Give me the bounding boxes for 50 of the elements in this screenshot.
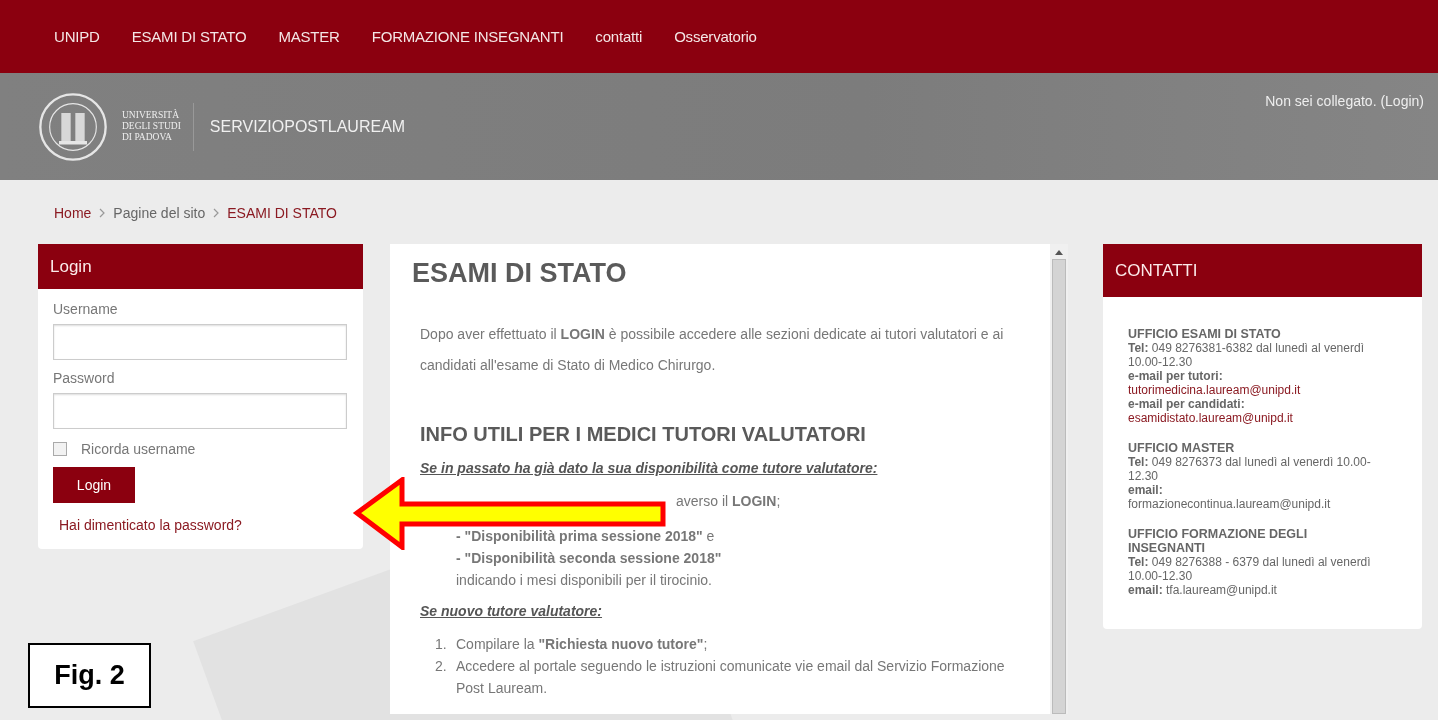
email-link[interactable]: tutorimedicina.lauream@unipd.it [1128,383,1382,397]
office-name: UFFICIO FORMAZIONE DEGLI INSEGNANTI [1128,527,1309,555]
nav-link[interactable]: UNIPD [54,28,100,45]
section-heading: INFO UTILI PER I MEDICI TUTORI VALUTATORI [420,423,867,446]
scroll-up-icon[interactable] [1055,250,1063,255]
nav-link[interactable]: ESAMI DI STATO [131,28,247,45]
office-name: UFFICIO ESAMI DI STATO [1128,327,1282,341]
panel-title: CONTATTI [1115,260,1198,281]
login-button[interactable]: Login [53,467,135,503]
list-text: indicando i mesi disponibili per il tirocinio. [456,571,713,590]
list-number: 1. [435,635,448,654]
email-link[interactable]: esamidistato.lauream@unipd.it [1128,411,1382,425]
contact-label: email: [1128,483,1164,497]
breadcrumb-link[interactable]: Home [54,205,92,221]
nav-link[interactable]: contatti [595,28,643,45]
subheading: Se nuovo tutore valutatore: [420,603,604,619]
list-text: Accedere al portale seguendo le istruzioni comunicate vie email dal Servizio Formazione Post Lauream. [456,657,1006,698]
field-label: Password [53,370,116,386]
nav-link[interactable]: Osservatorio [674,28,757,45]
checkbox[interactable] [53,442,67,456]
intro-paragraph: Dopo aver effettuato il LOGIN è possibile accedere alle sezioni dedicate ai tutori valutatori e ai candidati all'esame di Stato di Medico Chirurgo. [420,325,1005,375]
list-text: - "Disponibilità seconda sessione 2018" [456,549,723,568]
panel-title: Login [50,256,92,277]
breadcrumb-link[interactable]: Pagine del sito [113,205,206,221]
contact-text: formazionecontinua.lauream@unipd.it [1128,497,1332,511]
contact-label: e-mail per tutori: [1128,369,1224,383]
chevron-icon [99,208,106,218]
forgot-password-link[interactable]: Hai dimenticato la password? [59,517,348,533]
field-label: Username [53,301,119,317]
password-field[interactable] [53,393,347,429]
university-seal-icon [38,91,108,162]
list-text: averso il LOGIN; [676,492,782,511]
breadcrumb-link[interactable]: ESAMI DI STATO [227,205,337,221]
list-number: 2. [435,657,448,676]
contact-label: e-mail per candidati: [1128,397,1246,411]
checkbox-label: Ricorda username [81,441,196,457]
scrollbar[interactable] [1050,244,1068,714]
nav-link[interactable]: FORMAZIONE INSEGNANTI [371,28,564,45]
username-field[interactable] [53,324,347,360]
office-name: UFFICIO MASTER [1128,441,1236,455]
subheading: Se in passato ha già dato la sua disponibilità come tutore valutatore: [420,460,879,476]
list-text: - "Disponibilità prima sessione 2018" e [456,527,716,546]
chevron-icon [213,208,220,218]
page-title: ESAMI DI STATO [412,258,628,289]
list-text: Compilare la "Richiesta nuovo tutore"; [456,635,708,654]
nav-link[interactable]: MASTER [278,28,340,45]
figure-label: Fig. 2 [28,643,151,708]
contact-text: email: tfa.lauream@unipd.it [1128,583,1278,597]
university-name: UNIVERSITÀ DEGLI STUDI DI PADOVA [122,110,181,143]
site-name[interactable]: SERVIZIOPOSTLAUREAM [209,117,406,136]
